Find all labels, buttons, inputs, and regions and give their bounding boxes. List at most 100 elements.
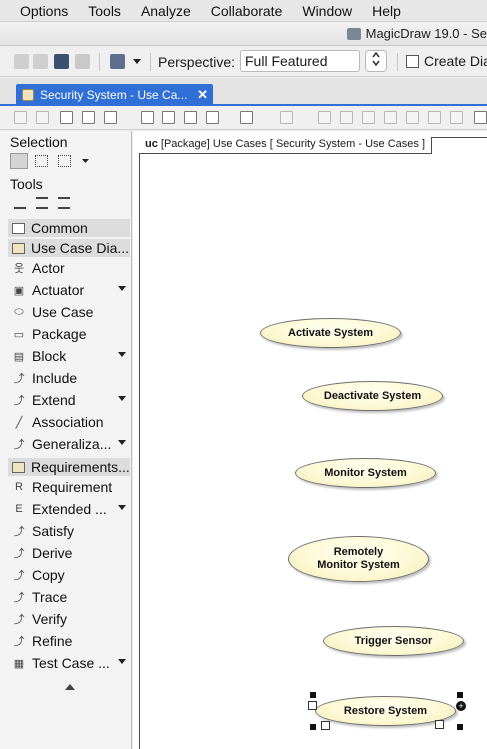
- forward-icon[interactable]: [33, 54, 48, 69]
- add-relation-icon[interactable]: +: [456, 701, 466, 711]
- use-case-deactivate-system[interactable]: Deactivate System: [302, 381, 443, 411]
- layout-icon[interactable]: [240, 111, 253, 124]
- palette-item-refine[interactable]: ⤴ Refine: [12, 631, 130, 651]
- resize-tool-icon[interactable]: [36, 197, 48, 209]
- use-case-monitor-system[interactable]: Monitor System: [295, 458, 436, 488]
- menu-analyze[interactable]: Analyze: [129, 3, 199, 19]
- edit-icon[interactable]: [104, 111, 117, 124]
- chevron-down-icon[interactable]: [118, 352, 126, 357]
- toolbar-separator: [397, 53, 398, 71]
- save-all-icon[interactable]: [75, 54, 90, 69]
- paste-icon[interactable]: [162, 111, 175, 124]
- back-icon[interactable]: [14, 54, 29, 69]
- pointer-tool-icon[interactable]: [10, 153, 28, 169]
- diagram-properties-icon[interactable]: [60, 111, 73, 124]
- palette-item-copy[interactable]: ⤴ Copy: [12, 565, 130, 585]
- palette-item-label: Actuator: [32, 282, 85, 298]
- requirement-diagram-icon: [12, 461, 25, 473]
- derive-icon: ⤴: [13, 548, 25, 560]
- spacing-tool-icon[interactable]: [58, 197, 70, 209]
- chevron-down-icon[interactable]: [118, 505, 126, 510]
- bezier-icon[interactable]: [384, 111, 397, 124]
- chevron-down-icon[interactable]: [118, 396, 126, 401]
- palette-item-association[interactable]: ╱ Association: [12, 412, 130, 432]
- palette-item-derive[interactable]: ⤴ Derive: [12, 543, 130, 563]
- delete-from-model-icon[interactable]: [206, 111, 219, 124]
- tab-security-system-use-cases[interactable]: Security System - Use Ca... ✕: [16, 84, 213, 106]
- window-title-bar: MagicDraw 19.0 - Se: [0, 22, 487, 46]
- refine-icon: ⤴: [13, 636, 25, 648]
- palette-item-verify[interactable]: ⤴ Verify: [12, 609, 130, 629]
- resize-handle[interactable]: [457, 724, 463, 730]
- use-case-activate-system[interactable]: Activate System: [260, 318, 401, 348]
- palette-item-extended-requirement[interactable]: E Extended ...: [12, 499, 130, 519]
- palette-item-include[interactable]: ⤴ Include: [12, 368, 130, 388]
- palette-item-use-case[interactable]: ⬭ Use Case: [12, 302, 130, 322]
- oblique-icon[interactable]: [362, 111, 375, 124]
- palette-item-actor[interactable]: 웃 Actor: [12, 258, 130, 278]
- smart-manipulator-icon[interactable]: [308, 701, 317, 710]
- resize-handle[interactable]: [310, 692, 316, 698]
- chevron-down-icon[interactable]: [118, 286, 126, 291]
- copy-icon[interactable]: [141, 111, 154, 124]
- palette-item-generalization[interactable]: ⤴ Generaliza...: [12, 434, 130, 454]
- palette-item-label: Use Case: [32, 304, 94, 320]
- stamp-tool-icon[interactable]: [14, 197, 26, 209]
- delete-icon[interactable]: [184, 111, 197, 124]
- palette-group-common[interactable]: Common: [8, 219, 130, 237]
- paste-special-icon[interactable]: [110, 54, 125, 69]
- use-case-remotely-monitor-system[interactable]: Remotely Monitor System: [288, 536, 429, 582]
- menu-options[interactable]: Options: [0, 3, 76, 19]
- palette-item-trace[interactable]: ⤴ Trace: [12, 587, 130, 607]
- line-icon[interactable]: [318, 111, 331, 124]
- palette-group-label: Requirements...: [31, 459, 130, 475]
- actuator-icon: ▣: [13, 284, 25, 297]
- palette-item-package[interactable]: ▭ Package: [12, 324, 130, 344]
- create-diagram-label: Create Dia: [424, 53, 487, 69]
- reset-labels-icon[interactable]: [406, 111, 419, 124]
- chevron-down-icon[interactable]: [118, 659, 126, 664]
- palette-item-requirement[interactable]: R Requirement: [12, 477, 130, 497]
- menu-help[interactable]: Help: [360, 3, 409, 19]
- palette-item-test-case[interactable]: ▦ Test Case ...: [12, 653, 130, 673]
- path-style-icon[interactable]: [280, 111, 293, 124]
- generalization-icon: ⤴: [13, 439, 25, 451]
- palette-item-extend[interactable]: ⤴ Extend: [12, 390, 130, 410]
- chevron-down-icon[interactable]: [118, 440, 126, 445]
- resize-handle[interactable]: [457, 692, 463, 698]
- palette-item-actuator[interactable]: ▣ Actuator: [12, 280, 130, 300]
- forward-icon[interactable]: [36, 111, 49, 124]
- palette-item-block[interactable]: ▤ Block: [12, 346, 130, 366]
- menu-window[interactable]: Window: [290, 3, 360, 19]
- chevron-down-icon[interactable]: [133, 59, 141, 65]
- perspective-stepper[interactable]: [365, 50, 387, 72]
- perspective-select[interactable]: Full Featured: [240, 50, 360, 72]
- close-icon[interactable]: ✕: [197, 87, 208, 103]
- route-icon[interactable]: [428, 111, 441, 124]
- more-tools-icon[interactable]: [474, 111, 487, 124]
- compartment-icon[interactable]: [435, 720, 444, 729]
- chevron-down-icon[interactable]: [82, 159, 89, 164]
- rubber-band-select-icon[interactable]: [35, 155, 48, 167]
- align-icon[interactable]: [450, 111, 463, 124]
- include-icon: ⤴: [13, 373, 25, 385]
- palette-scroll-up-icon[interactable]: [65, 684, 75, 690]
- diagram-canvas[interactable]: uc [Package] Use Cases [ Security System…: [133, 131, 487, 749]
- menu-tools[interactable]: Tools: [76, 3, 129, 19]
- menu-collaborate[interactable]: Collaborate: [199, 3, 291, 19]
- quick-link-icon[interactable]: [321, 721, 330, 730]
- palette-item-label: Include: [32, 370, 78, 386]
- create-diagram-button[interactable]: Create Dia: [406, 53, 487, 69]
- rectilinear-icon[interactable]: [340, 111, 353, 124]
- palette-group-use-case-diagram[interactable]: Use Case Dia...: [8, 239, 130, 257]
- resize-handle[interactable]: [310, 724, 316, 730]
- use-case-icon: ⬭: [14, 305, 24, 318]
- palette-group-requirements[interactable]: Requirements...: [8, 458, 130, 476]
- back-icon[interactable]: [14, 111, 27, 124]
- use-case-diagram-icon: [12, 242, 25, 254]
- palette-item-satisfy[interactable]: ⤴ Satisfy: [12, 521, 130, 541]
- hyperlink-icon[interactable]: [82, 111, 95, 124]
- use-case-trigger-sensor[interactable]: Trigger Sensor: [323, 626, 464, 656]
- save-icon[interactable]: [54, 54, 69, 69]
- select-all-icon[interactable]: [58, 155, 71, 167]
